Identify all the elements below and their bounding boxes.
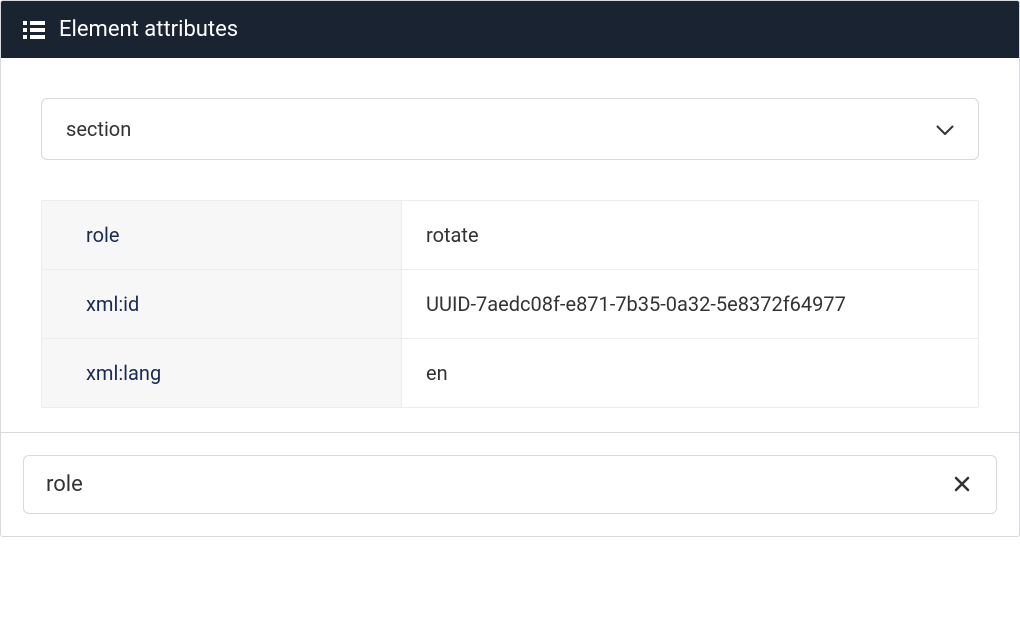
table-row[interactable]: xml:lang en	[42, 339, 978, 407]
element-selector-dropdown[interactable]: section	[41, 98, 979, 160]
table-row[interactable]: xml:id UUID-7aedc08f-e871-7b35-0a32-5e83…	[42, 270, 978, 339]
filter-input-wrap	[23, 455, 997, 514]
table-row[interactable]: role rotate	[42, 201, 978, 270]
attribute-name: xml:lang	[42, 339, 402, 407]
panel-body: section role rotate xml:id UUID-7aedc08f…	[1, 58, 1019, 432]
panel-footer	[1, 432, 1019, 536]
attributes-table: role rotate xml:id UUID-7aedc08f-e871-7b…	[41, 200, 979, 408]
attribute-name: xml:id	[42, 270, 402, 338]
attribute-value: en	[402, 339, 978, 407]
attribute-value: UUID-7aedc08f-e871-7b35-0a32-5e8372f6497…	[402, 270, 978, 338]
clear-filter-button[interactable]	[950, 473, 974, 497]
chevron-down-icon	[936, 117, 954, 141]
element-attributes-panel: Element attributes section role rotate x…	[0, 0, 1020, 537]
attribute-name: role	[42, 201, 402, 269]
dropdown-selected-value: section	[66, 117, 131, 141]
panel-title: Element attributes	[59, 17, 238, 42]
attribute-value: rotate	[402, 201, 978, 269]
list-icon	[23, 21, 45, 39]
close-icon	[954, 471, 970, 498]
panel-header: Element attributes	[1, 1, 1019, 58]
filter-input[interactable]	[46, 472, 950, 497]
